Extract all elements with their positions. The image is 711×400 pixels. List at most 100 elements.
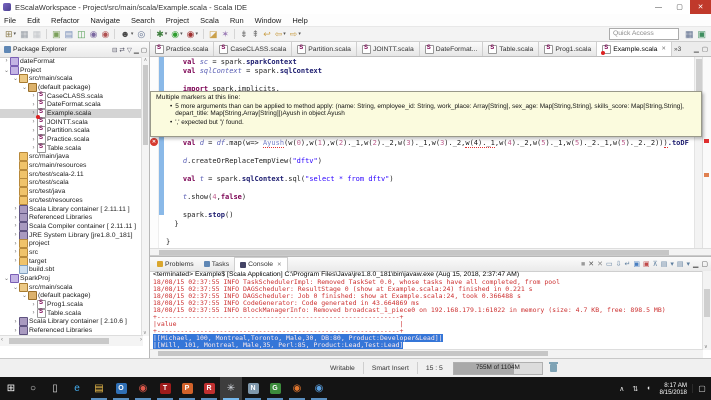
console-line[interactable]: |[Will, 101, Montreal, Male,35, Perl:85,… [153, 342, 703, 349]
garbage-collect-button[interactable] [550, 364, 557, 372]
search-icon[interactable]: ◎ [137, 30, 145, 39]
notepad-icon[interactable]: N [242, 377, 264, 400]
tab-dateformat[interactable]: DateFormat... [420, 42, 484, 56]
code-line[interactable] [166, 202, 695, 211]
tree-item-src[interactable]: ›src [0, 248, 142, 257]
tree-item-src-test-scala[interactable]: src/test/scala [0, 179, 142, 188]
scala-perspective-icon[interactable]: ▣ [697, 30, 706, 39]
start-button[interactable]: ⊞ [0, 377, 22, 400]
terminate-icon[interactable]: ■ [581, 261, 585, 268]
tree-item-table-scala[interactable]: ›Table.scala [0, 144, 142, 153]
console-hscrollbar[interactable] [150, 349, 703, 358]
tree-item-src-test-java[interactable]: src/test/java [0, 187, 142, 196]
menu-run[interactable]: Run [230, 16, 244, 25]
network-icon[interactable]: ⇅ [632, 385, 638, 393]
maximize-view-icon[interactable]: ▢ [701, 260, 708, 268]
menu-scala[interactable]: Scala [200, 16, 219, 25]
code-line[interactable] [166, 184, 695, 193]
type-hierarchy-icon[interactable]: ◉ [102, 30, 110, 39]
collapse-arrow-icon[interactable]: ⌄ [12, 75, 19, 82]
close-tab-icon[interactable]: ✕ [661, 46, 666, 52]
scroll-left-arrow[interactable]: ‹ [1, 337, 3, 343]
editor-area[interactable]: ✕ val sc = spark.sparkContext val sqlCon… [150, 57, 711, 248]
maximize-view-icon[interactable]: ▢ [141, 46, 147, 54]
red-app-icon[interactable]: T [154, 377, 176, 400]
console-vscrollbar[interactable]: ∨ [702, 271, 711, 350]
expand-arrow-icon[interactable]: › [12, 223, 19, 229]
tree-item-example-scala[interactable]: ›Example.scala [0, 109, 142, 118]
prev-annotation-icon[interactable]: ⇞ [252, 30, 260, 39]
console-output[interactable]: <terminated> Example$ [Scala Application… [150, 271, 703, 350]
expand-arrow-icon[interactable]: › [30, 119, 37, 125]
expand-arrow-icon[interactable]: › [12, 249, 19, 255]
scala-ide-icon[interactable]: ✳ [220, 377, 242, 400]
minimize-button[interactable]: — [648, 0, 669, 14]
tab-caseclass-scala[interactable]: CaseCLASS.scala [214, 42, 292, 56]
tree-item-src-main-resources[interactable]: src/main/resources [0, 161, 142, 170]
tree-item-src-main-scala[interactable]: ⌄src/main/scala [0, 283, 142, 292]
powerpoint-icon[interactable]: P [176, 377, 198, 400]
tree-item-jre-system-library-jre1-8-0-181[interactable]: ›JRE System Library [jre1.8.0_181] [0, 231, 142, 240]
volume-icon[interactable]: ◖ [646, 385, 650, 392]
display-console-icon[interactable]: ▤▾ [661, 260, 674, 268]
expand-arrow-icon[interactable]: › [12, 319, 19, 325]
expand-arrow-icon[interactable]: › [30, 137, 37, 143]
messenger-icon[interactable]: ◉ [308, 377, 330, 400]
warning-overview-mark[interactable] [704, 173, 709, 177]
maximize-button[interactable]: ▢ [669, 0, 690, 14]
rsa-icon[interactable]: R [198, 377, 220, 400]
code-line[interactable]: val sc = spark.sparkContext [166, 58, 695, 67]
tree-item-scala-library-container-2-10-6[interactable]: ›Scala Library container [ 2.10.6 ] [0, 318, 142, 327]
green-doc-icon[interactable]: G [264, 377, 286, 400]
collapse-arrow-icon[interactable]: ⌄ [21, 292, 28, 299]
vscroll-thumb[interactable] [704, 289, 710, 317]
code-line[interactable]: val sqlContext = spark.sqlContext [166, 67, 695, 76]
next-annotation-icon[interactable]: ⇟ [240, 30, 248, 39]
tree-item-default-package[interactable]: ⌄(default package) [0, 83, 142, 92]
expand-arrow-icon[interactable]: › [30, 145, 37, 151]
collapse-arrow-icon[interactable]: ⌄ [3, 67, 10, 74]
forward-icon[interactable]: ⇨▾ [290, 30, 301, 39]
tree-item-partition-scala[interactable]: ›Partition.scala [0, 127, 142, 136]
menu-file[interactable]: File [4, 16, 16, 25]
hscroll-thumb[interactable] [158, 351, 548, 356]
tree-item-referenced-libraries[interactable]: ›Referenced Libraries [0, 326, 142, 335]
expand-arrow-icon[interactable]: › [30, 310, 37, 316]
collapse-arrow-icon[interactable]: ⌄ [3, 275, 10, 282]
link-with-editor-icon[interactable]: ⇄ [119, 46, 124, 54]
collapse-all-icon[interactable]: ⊟ [112, 46, 117, 54]
tree-item-referenced-libraries[interactable]: ›Referenced Libraries [0, 213, 142, 222]
file-explorer-icon[interactable]: ▤ [88, 377, 110, 400]
action-center-icon[interactable]: ▢ [692, 384, 711, 393]
code-line[interactable] [166, 76, 695, 85]
menu-edit[interactable]: Edit [27, 16, 40, 25]
console-tab-problems[interactable]: Problems [152, 257, 199, 271]
tree-item-prog1-scala[interactable]: ›Prog1.scala [0, 300, 142, 309]
collapse-arrow-icon[interactable]: ⌄ [12, 284, 19, 291]
open-perspective-icon[interactable]: ▦ [685, 30, 694, 39]
tree-item-sparkproj[interactable]: ⌄SparkProj [0, 274, 142, 283]
pin-console-icon[interactable]: ⊼ [653, 260, 658, 268]
back-icon[interactable]: ⇦▾ [275, 30, 286, 39]
clear-console-icon[interactable]: ▭ [606, 260, 613, 268]
vscroll-thumb[interactable] [143, 65, 148, 145]
minimize-view-icon[interactable]: ▁ [694, 45, 699, 53]
outlook-icon[interactable]: O [110, 377, 132, 400]
quick-access-input[interactable]: Quick Access [609, 28, 679, 40]
hscroll-thumb[interactable] [159, 250, 669, 255]
tab-overflow-chevron[interactable]: »3 [674, 46, 681, 53]
tree-item-dateformat-scala[interactable]: ›DateFormat.scala [0, 100, 142, 109]
view-menu-icon[interactable]: ▽ [127, 46, 132, 54]
chrome-icon[interactable]: ◉ [132, 377, 154, 400]
tree-item-target[interactable]: ›target [0, 257, 142, 266]
hidden-icons-caret[interactable]: ∧ [619, 385, 624, 393]
firefox-icon[interactable]: ◉ [286, 377, 308, 400]
show-stdout-icon[interactable]: ▣ [633, 260, 640, 268]
expand-arrow-icon[interactable]: › [12, 215, 19, 221]
edge-icon[interactable]: e [66, 377, 88, 400]
code-line[interactable]: d.createOrReplaceTempView("dftv") [166, 157, 695, 166]
minimize-view-icon[interactable]: ▁ [134, 46, 139, 54]
show-stderr-icon[interactable]: ▣ [643, 260, 650, 268]
code-area[interactable]: val sc = spark.sparkContext val sqlConte… [166, 58, 695, 248]
search-button[interactable]: ○ [22, 377, 44, 400]
